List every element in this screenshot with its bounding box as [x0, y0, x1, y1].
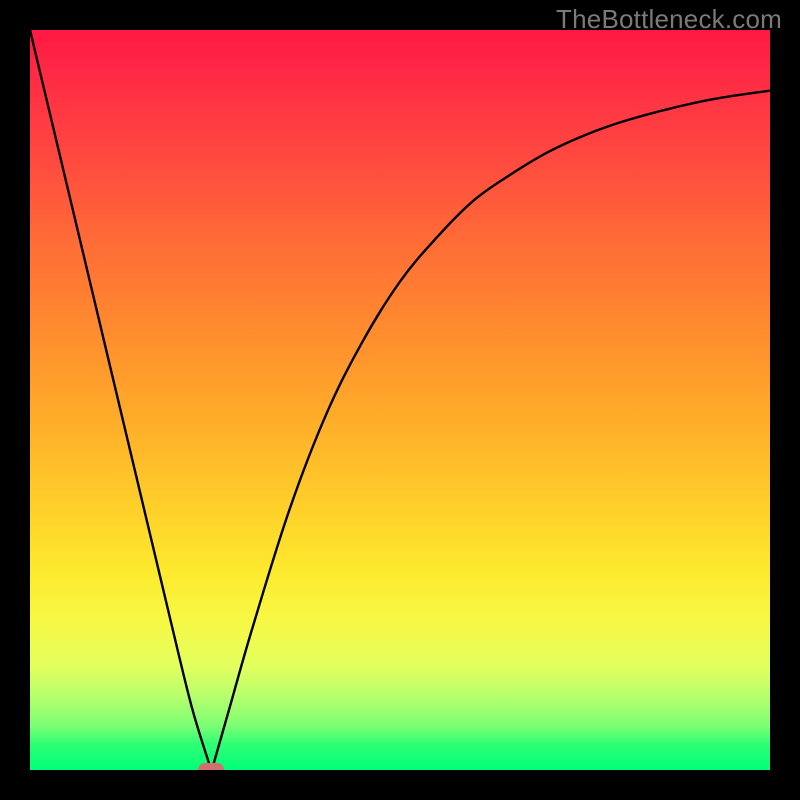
plot-area: [30, 30, 770, 770]
minimum-marker: [198, 763, 224, 770]
chart-frame: TheBottleneck.com: [0, 0, 800, 800]
bottleneck-curve: [30, 30, 770, 770]
